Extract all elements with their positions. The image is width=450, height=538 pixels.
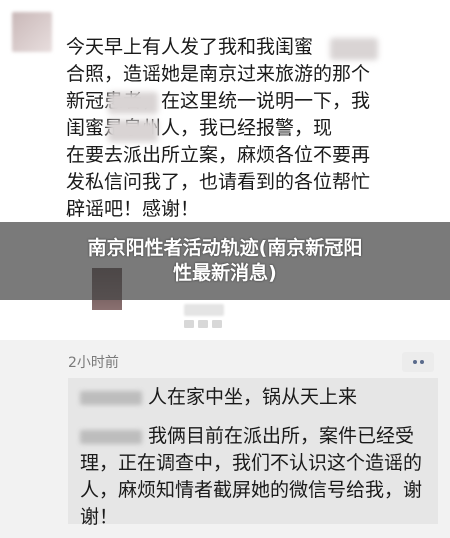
reaction-icon[interactable] bbox=[184, 320, 194, 328]
comment-2-line-4: 谢！ bbox=[80, 506, 119, 528]
reaction-icon[interactable] bbox=[198, 320, 208, 328]
reaction-icon[interactable] bbox=[212, 320, 222, 328]
comment-2-line-2: 理，正在调查中，我们不认识这个造谣的 bbox=[80, 452, 423, 474]
more-dots-icon bbox=[419, 360, 424, 364]
headline-text: 南京阳性者活动轨迹(南京新冠阳 性最新消息) bbox=[0, 236, 450, 286]
headline-line-1: 南京阳性者活动轨迹(南京新冠阳 bbox=[87, 237, 363, 259]
more-options-button[interactable] bbox=[402, 352, 434, 372]
post-line-2: 合照，造谣她是南京过来旅游的那个 bbox=[66, 63, 371, 85]
redaction-blur bbox=[108, 120, 158, 142]
redaction-blur bbox=[330, 38, 378, 60]
headline-line-2: 性最新消息) bbox=[173, 262, 277, 284]
avatar[interactable] bbox=[12, 12, 52, 52]
redaction-blur bbox=[108, 92, 158, 114]
more-dots-icon bbox=[412, 360, 417, 364]
post-timestamp: 2小时前 bbox=[68, 355, 119, 371]
commenter-name[interactable] bbox=[80, 391, 142, 405]
post-line-7: 辟谣吧！感谢！ bbox=[66, 198, 200, 220]
post-line-6: 发私信问我了，也请看到的各位帮忙 bbox=[66, 171, 371, 193]
post-line-5: 在要去派出所立案，麻烦各位不要再 bbox=[66, 144, 371, 166]
commenter-name[interactable] bbox=[80, 430, 142, 444]
comment-2-line-3: 人，麻烦知情者截屏她的微信号给我，谢 bbox=[80, 479, 423, 501]
comment-1-text: 人在家中坐，锅从天上来 bbox=[148, 386, 358, 408]
comment-2-line-1: 我俩目前在派出所，案件已经受 bbox=[148, 425, 415, 447]
photo-caption-blur bbox=[184, 304, 224, 316]
